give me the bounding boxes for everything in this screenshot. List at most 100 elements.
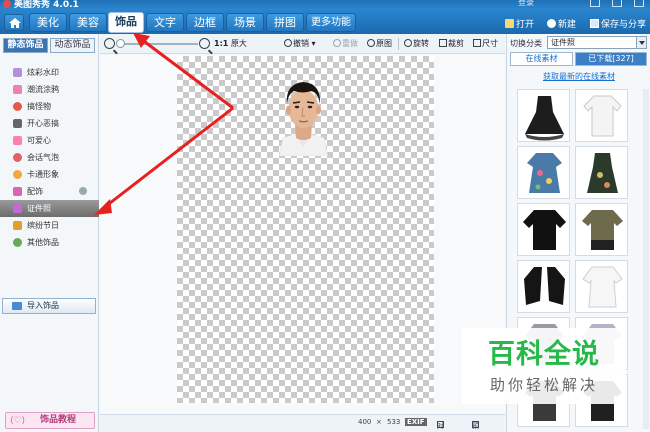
category-item[interactable]: 缤纷节日 xyxy=(0,217,99,234)
new-button[interactable]: 新建 xyxy=(547,17,576,30)
tab-static-accessory[interactable]: 静态饰品 xyxy=(3,38,48,53)
tab-beautify[interactable]: 美化 xyxy=(29,13,67,32)
category-item[interactable]: 配饰 xyxy=(0,183,99,200)
category-item[interactable]: 搞怪物 xyxy=(0,98,99,115)
crop-button[interactable]: 裁剪 xyxy=(439,38,464,49)
folder-icon xyxy=(505,19,514,28)
category-label: 潮流涂鸦 xyxy=(27,85,59,94)
white-shirt-icon xyxy=(582,266,623,308)
category-label: 证件照 xyxy=(27,204,51,213)
category-label: 缤纷节日 xyxy=(27,221,59,230)
white-blouse-icon xyxy=(583,95,622,137)
zoom-in-icon[interactable] xyxy=(199,38,210,49)
idphoto-icon xyxy=(13,204,22,213)
crop-label: 裁剪 xyxy=(448,39,464,48)
import-icon xyxy=(12,302,22,310)
tab-online-material[interactable]: 在线素材 xyxy=(510,52,573,66)
fun-icon xyxy=(13,119,22,128)
category-label: 开心恶搞 xyxy=(27,119,59,128)
undo-button[interactable]: 撤销 ▾ xyxy=(284,38,316,49)
tab-scene[interactable]: 场景 xyxy=(226,13,264,32)
material-thumbnail[interactable] xyxy=(575,89,628,142)
chevron-down-icon xyxy=(636,37,646,48)
zoom-slider-knob[interactable] xyxy=(116,39,125,48)
floral-dress-icon xyxy=(527,153,562,193)
open-button[interactable]: 打开 xyxy=(505,17,534,30)
tab-dynamic-accessory[interactable]: 动态饰品 xyxy=(50,38,95,53)
category-label: 其他饰品 xyxy=(27,238,59,247)
actual-size-button[interactable]: 1:1 原大 xyxy=(214,38,247,49)
zoom-out-icon[interactable] xyxy=(104,38,115,49)
material-thumbnail[interactable] xyxy=(517,203,570,256)
category-item[interactable]: 开心恶搞 xyxy=(0,115,99,132)
category-item[interactable]: 可爱心 xyxy=(0,132,99,149)
black-top-icon xyxy=(523,210,566,250)
exif-badge[interactable]: EXIF xyxy=(405,418,427,426)
material-thumbnail[interactable] xyxy=(575,146,628,199)
tab-collage[interactable]: 拼图 xyxy=(266,13,304,32)
switch-category-label: 切换分类 xyxy=(510,39,542,48)
resize-button[interactable]: 尺寸 xyxy=(473,38,498,49)
close-icon[interactable] xyxy=(634,0,644,7)
flower-icon xyxy=(13,238,22,247)
category-item[interactable]: 潮流涂鸦 xyxy=(0,81,99,98)
canvas-toolbar: 1:1 原大 撤销 ▾ 重做 原图 旋转 裁剪 尺寸 xyxy=(100,34,505,54)
menu-window-icon[interactable] xyxy=(590,0,600,7)
material-thumbnail[interactable] xyxy=(575,260,628,313)
crop-icon xyxy=(439,39,447,47)
save-share-label: 保存与分享 xyxy=(601,20,647,30)
rotate-label: 旋转 xyxy=(413,39,429,48)
status-bar: 400 × 533 EXIF 对比 预览 xyxy=(100,414,505,432)
category-item[interactable]: 会话气泡 xyxy=(0,149,99,166)
tab-makeup[interactable]: 美容 xyxy=(69,13,107,32)
save-share-button[interactable]: 保存与分享 xyxy=(590,17,646,30)
tab-text[interactable]: 文字 xyxy=(146,13,184,32)
rotate-button[interactable]: 旋转 xyxy=(404,38,429,49)
download-icon[interactable] xyxy=(79,187,87,195)
material-thumbnail[interactable] xyxy=(517,89,570,142)
undo-icon xyxy=(284,39,292,47)
compare-label: 对比 xyxy=(437,422,444,430)
category-item[interactable]: 其他饰品 xyxy=(0,234,99,251)
save-icon xyxy=(590,19,599,28)
site-watermark: 百科全说 助你轻松解决 xyxy=(462,328,626,404)
resize-icon xyxy=(473,39,481,47)
tab-downloaded[interactable]: 已下载[327] xyxy=(575,52,647,66)
accessory-tutorial-button[interactable]: ⟨♡⟩ 饰品教程 xyxy=(5,412,95,429)
id-photo-portrait[interactable] xyxy=(275,72,332,156)
minimize-icon[interactable] xyxy=(612,0,622,7)
home-button[interactable] xyxy=(4,14,24,31)
menu-bar: 美化 美容 饰品 文字 边框 场景 拼图 更多功能 ▾ 打开 新建 保存与分享 xyxy=(0,9,650,45)
tab-border[interactable]: 边框 xyxy=(186,13,224,32)
redo-button[interactable]: 重做 xyxy=(333,38,358,49)
zoom-slider[interactable] xyxy=(120,43,198,45)
dimension-separator: × xyxy=(376,418,382,426)
undo-label: 撤销 xyxy=(293,39,309,48)
material-thumbnail[interactable] xyxy=(575,203,628,256)
reset-original-button[interactable]: 原图 xyxy=(367,38,392,49)
category-item[interactable]: 炫彩水印 xyxy=(0,64,99,81)
material-scrollbar[interactable] xyxy=(643,89,649,429)
login-link[interactable]: 登录 xyxy=(518,0,534,8)
olive-top-icon xyxy=(582,210,623,250)
material-thumbnail[interactable] xyxy=(517,146,570,199)
category-list: 炫彩水印 潮流涂鸦 搞怪物 开心恶搞 可爱心 会话气泡 卡通形象 配饰 证件照 … xyxy=(0,64,99,251)
heart-icon xyxy=(13,85,22,94)
patterned-dress-icon xyxy=(587,153,618,193)
star-icon xyxy=(13,68,22,77)
category-select[interactable]: 证件照 xyxy=(547,36,647,49)
tab-accessory[interactable]: 饰品 xyxy=(108,12,144,33)
toolbar-divider xyxy=(398,38,399,50)
tab-more-functions[interactable]: 更多功能 ▾ xyxy=(306,13,356,45)
title-bar: 美图秀秀 4.0.1 登录 xyxy=(0,0,650,10)
category-item-selected[interactable]: 证件照 xyxy=(0,200,99,217)
get-latest-material-link[interactable]: 获取最新的在线素材 xyxy=(507,71,650,82)
category-item[interactable]: 卡通形象 xyxy=(0,166,99,183)
category-label: 炫彩水印 xyxy=(27,68,59,77)
import-accessory-button[interactable]: 导入饰品 xyxy=(2,298,96,314)
heart-icon xyxy=(13,136,22,145)
category-select-value: 证件照 xyxy=(551,38,575,47)
material-thumbnail[interactable] xyxy=(517,260,570,313)
preview-label: 预览 xyxy=(472,422,479,430)
open-label: 打开 xyxy=(516,20,535,30)
